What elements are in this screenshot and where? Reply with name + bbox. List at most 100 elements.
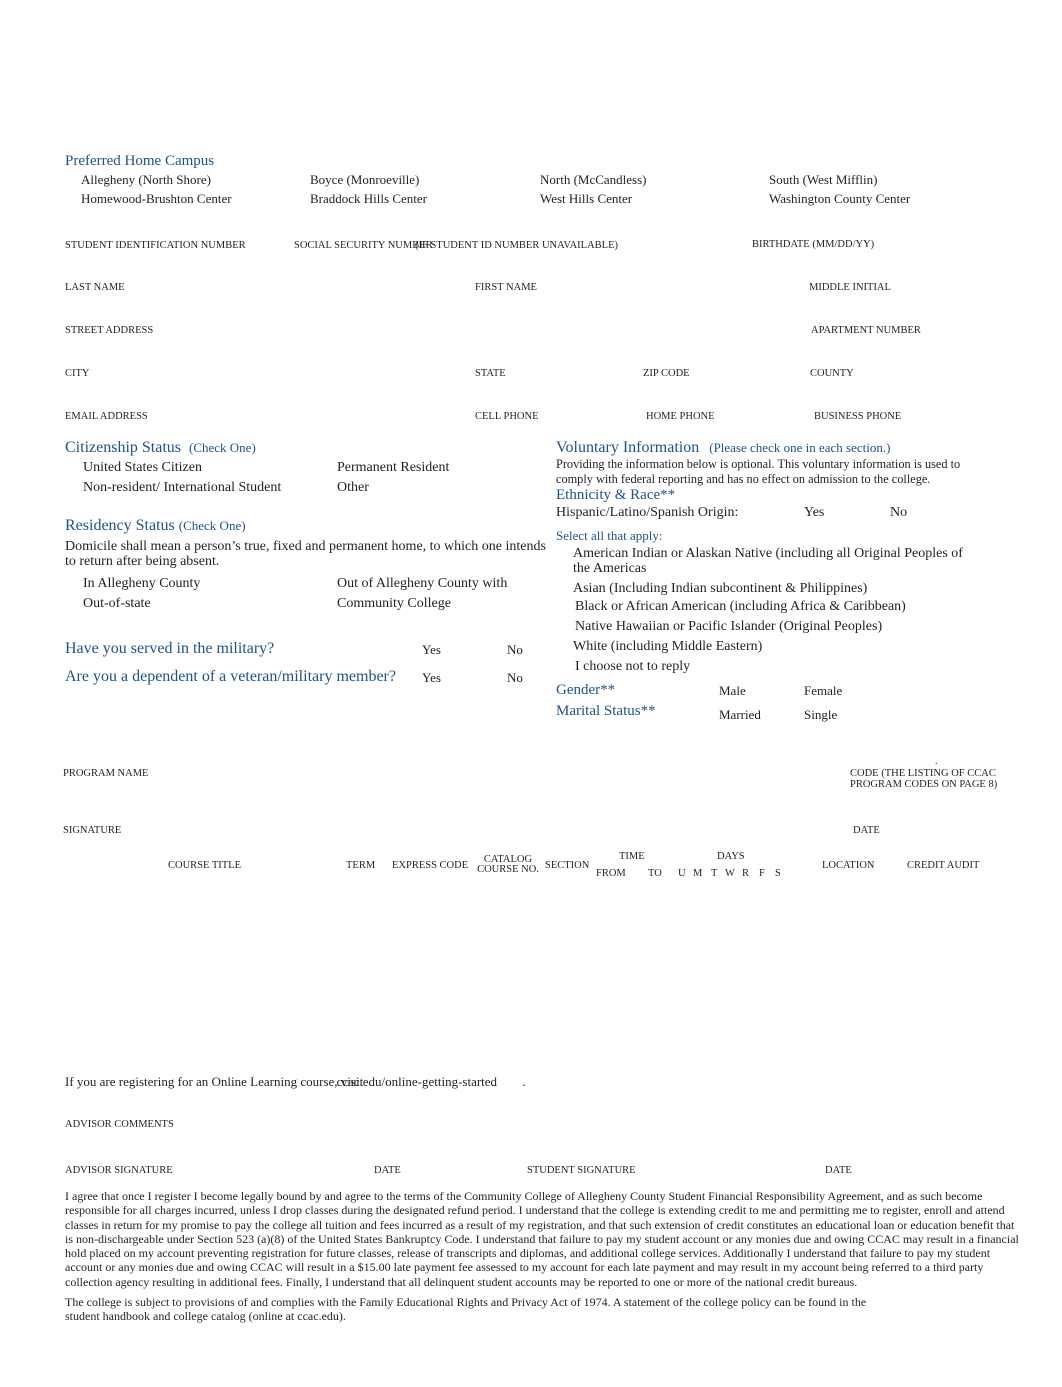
city-field[interactable]: CITY <box>65 368 90 379</box>
email-address-field[interactable]: EMAIL ADDRESS <box>65 411 148 422</box>
program-code-field[interactable]: CODE (THE LISTING OF CCAC PROGRAM CODES … <box>850 768 1010 790</box>
citizenship-option-permanent-resident[interactable]: Permanent Resident <box>337 460 449 476</box>
citizenship-option-other[interactable]: Other <box>337 480 369 496</box>
citizenship-option-us-citizen[interactable]: United States Citizen <box>83 460 202 476</box>
campus-section-title: Preferred Home Campus <box>65 153 215 169</box>
online-learning-prefix: If you are registering for an Online Lea… <box>65 1074 364 1089</box>
marital-single[interactable]: Single <box>804 707 837 723</box>
campus-option-boyce[interactable]: Boyce (Monroeville) <box>310 172 419 188</box>
ferpa-statement: The college is subject to provisions of … <box>65 1295 867 1324</box>
col-credit-audit: CREDIT AUDIT <box>907 860 980 871</box>
col-day-m: M <box>693 868 703 879</box>
citizenship-option-international[interactable]: Non-resident/ International Student <box>83 480 281 496</box>
ethnicity-title: Ethnicity & Race** <box>556 487 676 503</box>
campus-option-west-hills[interactable]: West Hills Center <box>540 191 632 207</box>
birthdate-field[interactable]: BIRTHDATE (MM/DD/YY) <box>752 239 874 250</box>
race-option-native-hawaiian[interactable]: Native Hawaiian or Pacific Islander (Ori… <box>575 619 882 635</box>
col-day-w: W <box>725 868 735 879</box>
col-course-title: COURSE TITLE <box>168 860 242 871</box>
cell-phone-field[interactable]: CELL PHONE <box>475 411 538 422</box>
military-served-question: Have you served in the military? <box>65 640 275 657</box>
military-served-no[interactable]: No <box>507 642 523 658</box>
marital-married[interactable]: Married <box>719 707 761 723</box>
state-field[interactable]: STATE <box>475 368 506 379</box>
citizenship-note: (Check One) <box>189 440 256 455</box>
campus-option-washington[interactable]: Washington County Center <box>769 191 910 207</box>
financial-responsibility-agreement: I agree that once I register I become le… <box>65 1189 1019 1289</box>
residency-title: Residency Status <box>65 517 175 534</box>
ssn-note: (IF STUDENT ID NUMBER UNAVAILABLE) <box>415 240 619 251</box>
decorative-dot: . <box>935 756 938 767</box>
col-express-code: EXPRESS CODE <box>392 860 469 871</box>
col-day-r: R <box>742 868 750 879</box>
residency-description: Domicile shall mean a person’s true, fix… <box>65 539 546 569</box>
student-signature-field[interactable]: STUDENT SIGNATURE <box>527 1165 636 1176</box>
zip-code-field[interactable]: ZIP CODE <box>643 368 690 379</box>
voluntary-section-title: Voluntary Information (Please check one … <box>556 439 890 457</box>
student-date-field[interactable]: DATE <box>825 1165 852 1176</box>
first-name-field[interactable]: FIRST NAME <box>475 282 537 293</box>
signature-date-field[interactable]: DATE <box>853 825 880 836</box>
campus-option-braddock[interactable]: Braddock Hills Center <box>310 191 427 207</box>
home-phone-field[interactable]: HOME PHONE <box>646 411 715 422</box>
voluntary-title: Voluntary Information <box>556 439 700 456</box>
apartment-number-field[interactable]: APARTMENT NUMBER <box>811 325 921 336</box>
col-day-s: S <box>775 868 781 879</box>
hispanic-yes[interactable]: Yes <box>804 505 824 521</box>
program-name-field[interactable]: PROGRAM NAME <box>63 768 148 779</box>
col-catalog-course-no: CATALOG COURSE NO. <box>475 854 541 875</box>
col-day-f: F <box>759 868 765 879</box>
military-dependent-yes[interactable]: Yes <box>422 670 441 686</box>
residency-option-out-of-state[interactable]: Out-of-state <box>83 596 151 612</box>
col-days: DAYS <box>717 851 745 862</box>
student-id-field[interactable]: STUDENT IDENTIFICATION NUMBER <box>65 240 246 251</box>
advisor-comments-field[interactable]: ADVISOR COMMENTS <box>65 1119 174 1130</box>
ssn-field[interactable]: SOCIAL SECURITY NUMBER <box>294 240 433 251</box>
col-time-to: TO <box>648 868 662 879</box>
county-field[interactable]: COUNTY <box>810 368 854 379</box>
select-all-label: Select all that apply: <box>556 528 663 543</box>
campus-option-allegheny[interactable]: Allegheny (North Shore) <box>81 172 211 188</box>
advisor-signature-field[interactable]: ADVISOR SIGNATURE <box>65 1165 173 1176</box>
military-dependent-no[interactable]: No <box>507 670 523 686</box>
race-option-white[interactable]: White (including Middle Eastern) <box>573 639 762 655</box>
citizenship-section-title: Citizenship Status (Check One) <box>65 439 256 457</box>
race-option-black[interactable]: Black or African American (including Afr… <box>575 599 906 615</box>
middle-initial-field[interactable]: MIDDLE INITIAL <box>809 282 891 293</box>
advisor-date-field[interactable]: DATE <box>374 1165 401 1176</box>
hispanic-no[interactable]: No <box>890 505 907 521</box>
online-learning-period: . <box>522 1074 526 1089</box>
race-option-asian[interactable]: Asian (Including Indian subcontinent & P… <box>573 581 867 597</box>
race-option-no-reply[interactable]: I choose not to reply <box>575 659 690 675</box>
col-location: LOCATION <box>822 860 875 871</box>
col-time: TIME <box>619 851 645 862</box>
campus-option-homewood[interactable]: Homewood-Brushton Center <box>81 191 232 207</box>
campus-option-north[interactable]: North (McCandless) <box>540 172 647 188</box>
military-served-yes[interactable]: Yes <box>422 642 441 658</box>
col-day-u: U <box>678 868 686 879</box>
street-address-field[interactable]: STREET ADDRESS <box>65 325 153 336</box>
race-option-american-indian[interactable]: American Indian or Alaskan Native (inclu… <box>573 546 973 576</box>
residency-option-community-college: Community College <box>337 596 451 611</box>
last-name-field[interactable]: LAST NAME <box>65 282 125 293</box>
col-term: TERM <box>346 860 376 871</box>
citizenship-title: Citizenship Status <box>65 439 181 456</box>
signature-field[interactable]: SIGNATURE <box>63 825 121 836</box>
business-phone-field[interactable]: BUSINESS PHONE <box>814 411 901 422</box>
residency-option-allegheny[interactable]: In Allegheny County <box>83 576 200 592</box>
residency-option-out-of-county[interactable]: Out of Allegheny County with <box>337 576 507 592</box>
residency-section-title: Residency Status (Check One) <box>65 517 246 535</box>
military-dependent-question: Are you a dependent of a veteran/militar… <box>65 668 396 685</box>
gender-title: Gender** <box>556 682 616 698</box>
gender-female[interactable]: Female <box>804 683 842 699</box>
voluntary-description: Providing the information below is optio… <box>556 457 961 486</box>
hispanic-label: Hispanic/Latino/Spanish Origin: <box>556 505 739 520</box>
campus-option-south[interactable]: South (West Mifflin) <box>769 172 878 188</box>
course-table-body[interactable] <box>60 885 1010 1055</box>
online-learning-text: If you are registering for an Online Lea… <box>65 1074 526 1090</box>
online-learning-link[interactable]: ccac.edu/online-getting-started <box>336 1074 497 1089</box>
voluntary-note: (Please check one in each section.) <box>709 440 891 455</box>
col-time-from: FROM <box>596 868 626 879</box>
marital-status-title: Marital Status** <box>556 703 656 719</box>
gender-male[interactable]: Male <box>719 683 746 699</box>
